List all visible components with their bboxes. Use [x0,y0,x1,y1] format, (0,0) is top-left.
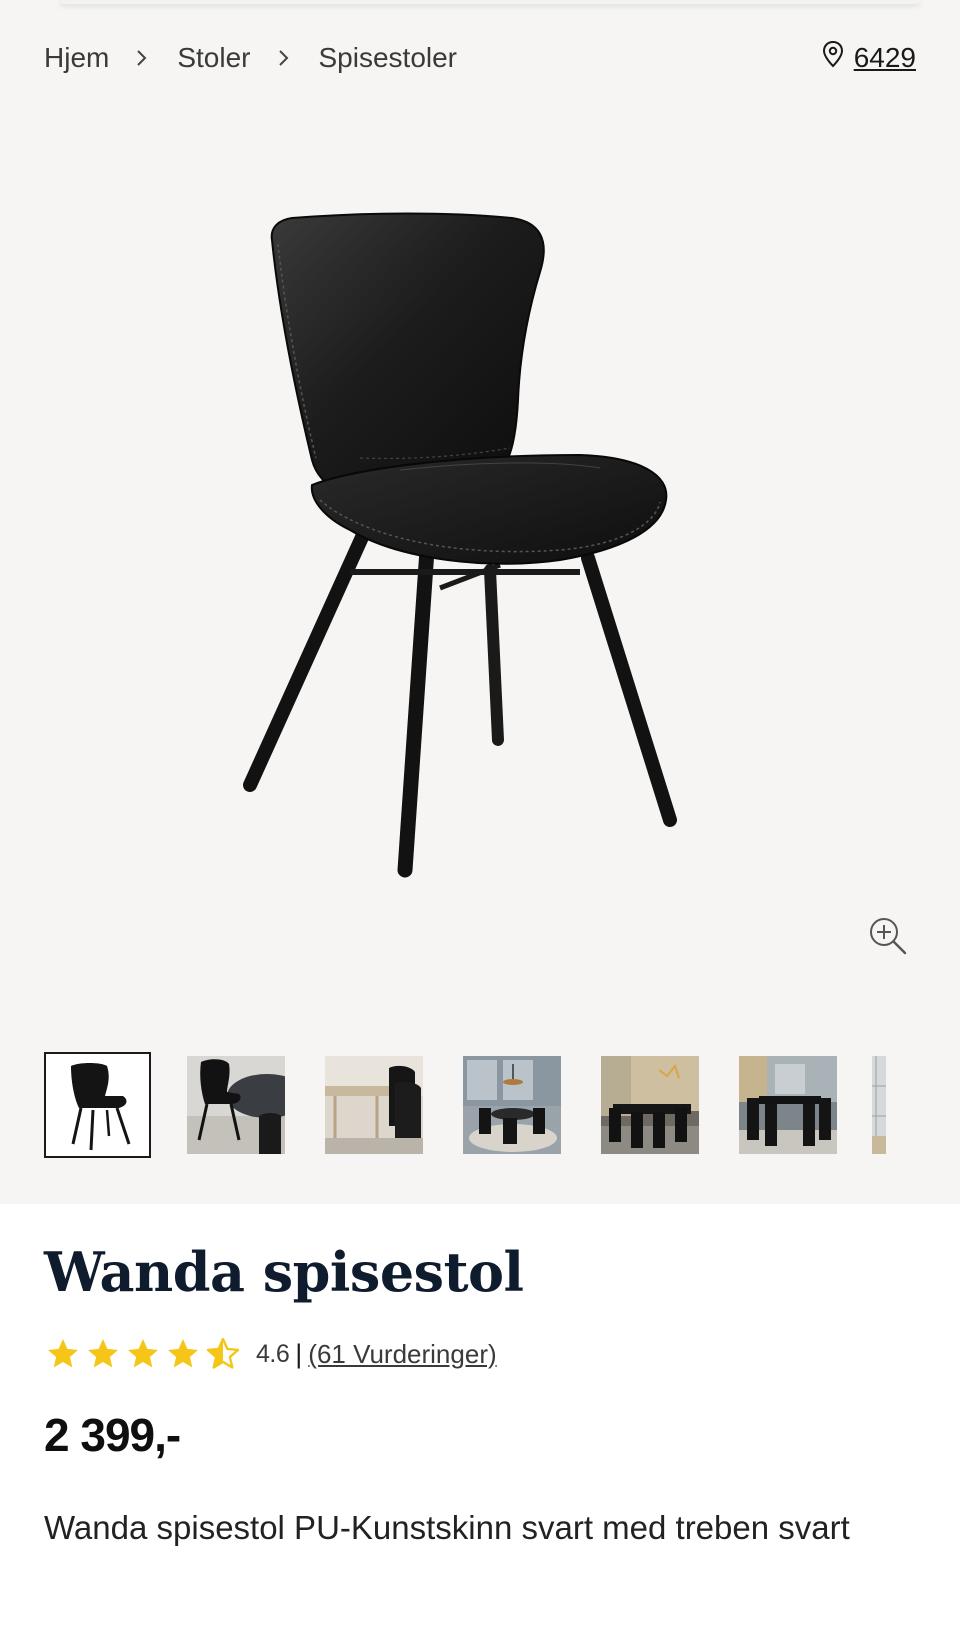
product-description: Wanda spisestol PU-Kunstskinn svart med … [44,1509,850,1546]
star-rating [44,1336,244,1372]
chevron-right-icon [123,46,163,70]
chevron-right-icon [265,46,305,70]
thumbnail-7[interactable] [872,1052,924,1158]
star-half-icon [206,1337,240,1369]
breadcrumb-stoler[interactable]: Stoler [177,42,250,74]
breadcrumb-home[interactable]: Hjem [44,42,109,74]
reviews-link[interactable]: (61 Vurderinger) [308,1339,496,1370]
thumbnail-strip [44,1052,924,1160]
header-shadow [60,0,920,4]
rating-row: 4.6 | (61 Vurderinger) [44,1334,916,1374]
location-pin-icon [822,40,844,75]
star-icon [48,1339,78,1368]
star-icon [88,1339,118,1368]
breadcrumb-spisestoler[interactable]: Spisestoler [319,42,458,74]
rating-separator: | [295,1338,303,1369]
store-selector[interactable]: 6429 [822,40,916,75]
thumbnail-3[interactable] [320,1052,427,1158]
product-info: Wanda spisestol 4.6 | (61 Vurderinger) 2… [44,1240,916,1556]
thumbnail-1[interactable] [44,1052,151,1158]
product-gallery: Hjem Stoler Spisestoler 6429 [0,0,960,1204]
star-icon [168,1339,198,1368]
breadcrumb: Hjem Stoler Spisestoler [44,42,457,74]
star-icon [128,1339,158,1368]
thumbnail-2[interactable] [182,1052,289,1158]
thumbnail-5[interactable] [596,1052,703,1158]
zoom-in-icon[interactable] [866,914,910,958]
thumbnail-4[interactable] [458,1052,565,1158]
product-main-image[interactable] [200,200,760,920]
thumbnail-6[interactable] [734,1052,841,1158]
product-title: Wanda spisestol [44,1240,524,1304]
product-price: 2 399,- [44,1409,181,1461]
rating-value: 4.6 [256,1339,290,1368]
store-code-link[interactable]: 6429 [854,42,916,74]
